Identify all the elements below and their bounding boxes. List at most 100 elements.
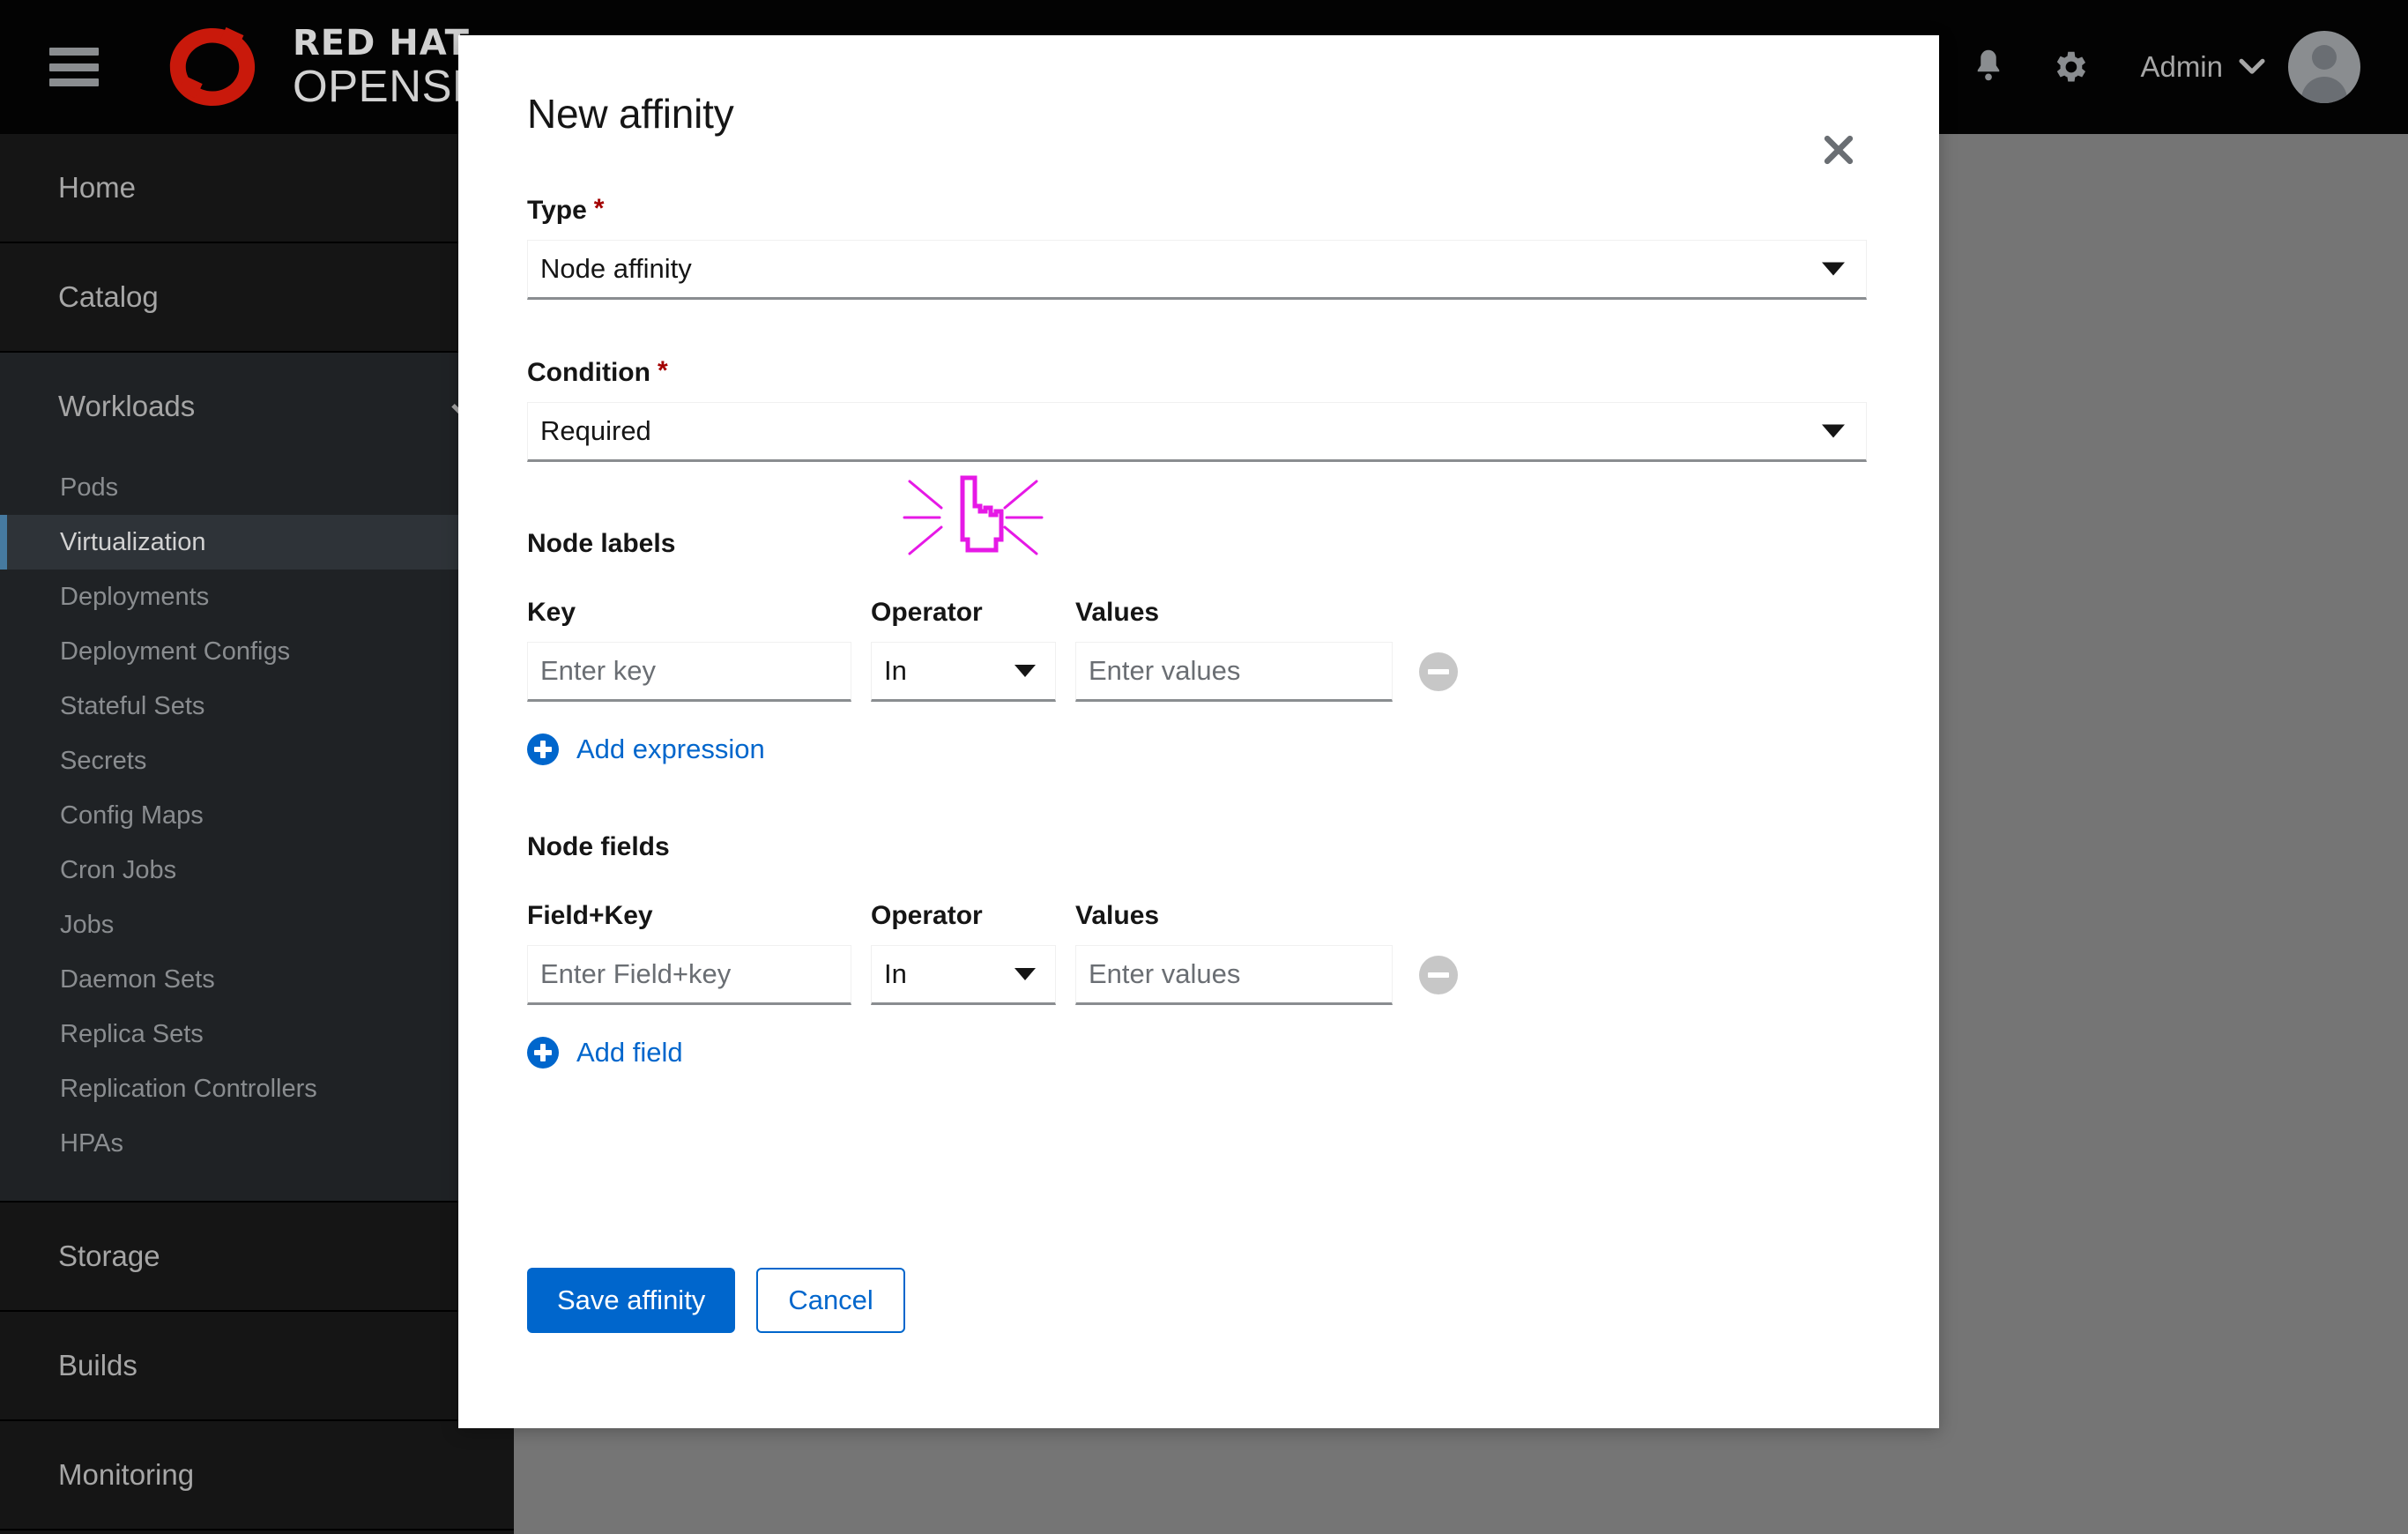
sidebar-item-builds[interactable]: Builds	[0, 1312, 514, 1419]
node-labels-operator-cell: Operator In	[871, 598, 1056, 702]
minus-circle-icon[interactable]	[1419, 652, 1458, 691]
user-menu[interactable]: Admin	[2110, 50, 2288, 84]
workloads-subnav: Pods Virtualization Deployments Deployme…	[0, 460, 514, 1201]
sidebar-item-jobs[interactable]: Jobs	[0, 897, 514, 952]
node-fields-key-input[interactable]: Enter Field+key	[527, 945, 851, 1005]
sidebar-item-monitoring[interactable]: Monitoring	[0, 1421, 514, 1529]
sidebar-item-label: Secrets	[60, 746, 147, 775]
node-labels-values-input[interactable]: Enter values	[1075, 642, 1393, 702]
sidebar-item-workloads[interactable]: Workloads	[0, 353, 514, 460]
node-labels-key-cell: Key Enter key	[527, 598, 851, 702]
add-expression-button[interactable]: Add expression	[527, 733, 1851, 765]
close-glyph	[1824, 135, 1854, 165]
sidebar-item-label: Config Maps	[60, 801, 204, 830]
sidebar-item-daemon-sets[interactable]: Daemon Sets	[0, 952, 514, 1007]
sidebar-item-stateful-sets[interactable]: Stateful Sets	[0, 679, 514, 733]
sidebar-item-label: Cron Jobs	[60, 855, 177, 884]
page-title: New affinity	[527, 91, 734, 137]
nav-group-home: Home	[0, 134, 514, 243]
hamburger-bar	[49, 63, 99, 71]
node-labels-key-label: Key	[527, 598, 576, 627]
node-fields-values-label: Values	[1075, 901, 1160, 930]
node-labels-operator-label: Operator	[871, 598, 983, 627]
node-fields-values-cell: Values Enter values	[1075, 901, 1393, 1005]
type-field-group: Type * Node affinity	[527, 196, 1867, 300]
node-labels-operator-value: In	[884, 655, 907, 686]
add-field-button[interactable]: Add field	[527, 1037, 1851, 1069]
close-icon[interactable]	[1812, 123, 1865, 176]
caret-down-icon	[1014, 665, 1036, 677]
condition-label: Condition *	[527, 358, 1851, 388]
sidebar-item-label: Stateful Sets	[60, 691, 205, 720]
required-asterisk: *	[593, 194, 605, 223]
node-fields-key-label: Field+Key	[527, 901, 653, 930]
node-labels-key-placeholder: Enter key	[540, 655, 656, 686]
node-labels-heading: Node labels	[527, 529, 676, 558]
sidebar-item-replication-controllers[interactable]: Replication Controllers	[0, 1061, 514, 1116]
sidebar-item-secrets[interactable]: Secrets	[0, 733, 514, 788]
node-fields-key-placeholder: Enter Field+key	[540, 958, 732, 989]
minus-circle-icon[interactable]	[1419, 956, 1458, 994]
nav-toggle-hamburger-icon[interactable]	[49, 48, 99, 86]
required-asterisk: *	[657, 356, 668, 385]
save-affinity-button[interactable]: Save affinity	[527, 1268, 736, 1333]
sidebar-item-label: Daemon Sets	[60, 964, 215, 994]
node-fields-values-input[interactable]: Enter values	[1075, 945, 1393, 1005]
sidebar-item-catalog[interactable]: Catalog	[0, 243, 514, 351]
sidebar-item-pods[interactable]: Pods	[0, 460, 514, 515]
sidebar-item-replica-sets[interactable]: Replica Sets	[0, 1007, 514, 1061]
node-fields-heading: Node fields	[527, 832, 670, 861]
avatar[interactable]	[2288, 31, 2360, 103]
sidebar-item-label: Deployments	[60, 582, 210, 611]
sidebar-item-label: Virtualization	[60, 527, 206, 556]
cancel-button[interactable]: Cancel	[756, 1268, 905, 1333]
node-fields-operator-label: Operator	[871, 901, 983, 930]
modal-body: New affinity Type * Node affinity Condit…	[458, 35, 1939, 1428]
plus-circle-icon	[527, 1037, 559, 1069]
sidebar-item-label: Pods	[60, 473, 119, 502]
nav-group-catalog: Catalog	[0, 243, 514, 353]
sidebar-item-deployment-configs[interactable]: Deployment Configs	[0, 624, 514, 679]
sidebar-item-label: Storage	[58, 1240, 160, 1272]
node-fields-key-cell: Field+Key Enter Field+key	[527, 901, 851, 1005]
type-label: Type *	[527, 196, 1851, 226]
settings-gear-icon[interactable]	[2029, 26, 2110, 108]
sidebar-item-virtualization[interactable]: Virtualization	[0, 515, 514, 570]
modal-footer: Save affinity Cancel	[527, 1268, 905, 1333]
node-labels-row: Key Enter key Operator In Values Enter v…	[527, 598, 1851, 702]
condition-select[interactable]: Required	[527, 402, 1867, 462]
caret-down-icon	[1822, 262, 1845, 276]
type-select[interactable]: Node affinity	[527, 240, 1867, 300]
sidebar-item-storage[interactable]: Storage	[0, 1203, 514, 1310]
node-labels-values-cell: Values Enter values	[1075, 598, 1393, 702]
nav-group-storage: Storage	[0, 1203, 514, 1312]
new-affinity-modal: New affinity Type * Node affinity Condit…	[458, 35, 1939, 1428]
caret-down-icon	[1014, 968, 1036, 980]
sidebar-item-config-maps[interactable]: Config Maps	[0, 788, 514, 843]
sidebar-item-label: Monitoring	[58, 1458, 195, 1491]
node-labels-key-input[interactable]: Enter key	[527, 642, 851, 702]
node-fields-values-placeholder: Enter values	[1089, 958, 1241, 989]
sidebar-item-cron-jobs[interactable]: Cron Jobs	[0, 843, 514, 897]
condition-label-text: Condition	[527, 358, 650, 387]
node-fields-row: Field+Key Enter Field+key Operator In Va…	[527, 901, 1851, 1005]
type-label-text: Type	[527, 196, 587, 225]
sidebar-item-label: Home	[58, 171, 137, 204]
nav-group-workloads: Workloads Pods Virtualization Deployment…	[0, 353, 514, 1203]
user-menu-label: Admin	[2140, 50, 2223, 83]
node-fields-operator-select[interactable]: In	[871, 945, 1056, 1005]
nav-group-monitoring: Monitoring	[0, 1421, 514, 1530]
sidebar-item-label: Catalog	[58, 280, 159, 313]
notifications-bell-icon[interactable]	[1948, 26, 2029, 108]
sidebar-item-hpas[interactable]: HPAs	[0, 1116, 514, 1171]
node-labels-operator-select[interactable]: In	[871, 642, 1056, 702]
add-field-label: Add field	[576, 1037, 683, 1068]
sidebar-item-label: Replication Controllers	[60, 1074, 317, 1103]
sidebar-item-label: HPAs	[60, 1128, 123, 1158]
condition-select-value: Required	[540, 415, 651, 446]
sidebar-item-deployments[interactable]: Deployments	[0, 570, 514, 624]
node-labels-values-placeholder: Enter values	[1089, 655, 1241, 686]
app-root: RED HAT OPENSHIFT Admin Home Catalog Wor…	[0, 0, 2408, 1534]
sidebar-item-home[interactable]: Home	[0, 134, 514, 242]
node-labels-values-label: Values	[1075, 598, 1160, 627]
